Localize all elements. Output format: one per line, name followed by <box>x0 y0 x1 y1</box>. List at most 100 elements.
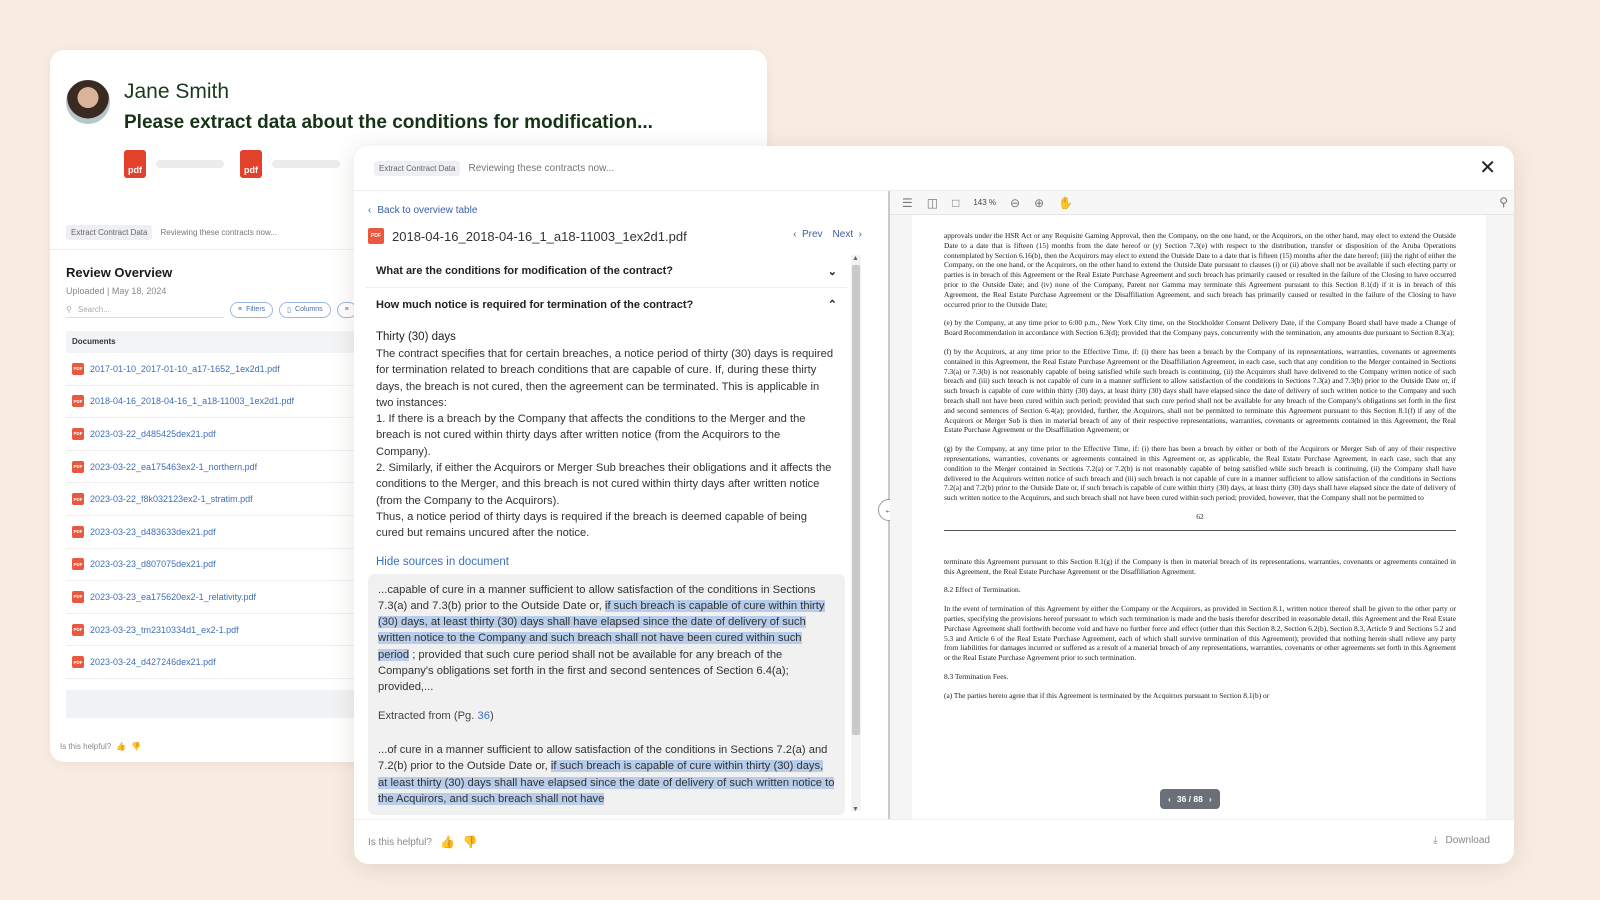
avatar <box>66 80 110 124</box>
pdf-paragraph: (g) by the Company, at any time prior to… <box>944 444 1456 503</box>
page-link[interactable]: 36 <box>477 710 489 722</box>
document-row[interactable]: PDF 2023-03-23_tm2310334d1_ex2-1.pdf <box>66 614 366 647</box>
zoom-select[interactable]: 143 % <box>973 198 996 207</box>
page-indicator[interactable]: ‹ 36 / 88 › <box>1160 789 1220 809</box>
attachment-placeholder <box>156 160 224 168</box>
scrollbar[interactable]: ▲ ▼ <box>851 255 861 813</box>
modal-footer: Is this helpful? 👍 👎 ⤓ Download <box>354 819 1514 864</box>
document-link[interactable]: 2023-03-24_d427246dex21.pdf <box>90 657 216 667</box>
document-row[interactable]: PDF 2023-03-22_d485425dex21.pdf <box>66 418 366 451</box>
filters-label: Filters <box>246 306 266 313</box>
scroll-down-icon[interactable]: ▼ <box>852 806 859 813</box>
document-link[interactable]: 2023-03-23_d483633dex21.pdf <box>90 527 216 537</box>
answer-body: The contract specifies that for certain … <box>376 348 834 540</box>
search-input[interactable]: ⚲ Search... <box>66 301 224 318</box>
sources-box: ...capable of cure in a manner sufficien… <box>368 573 845 816</box>
helpful-feedback: Is this helpful? 👍 👎 <box>60 742 141 751</box>
question-text: What are the conditions for modification… <box>376 265 674 277</box>
filters-button[interactable]: ≡ Filters <box>230 301 274 318</box>
document-link[interactable]: 2023-03-22_ea175463ex2-1_northern.pdf <box>90 462 257 472</box>
qa-scroll-area[interactable]: What are the conditions for modification… <box>366 255 847 819</box>
close-icon[interactable]: ✕ <box>1479 155 1496 180</box>
zoom-out-icon[interactable]: ⊖ <box>1010 196 1020 210</box>
table-footer <box>66 690 366 718</box>
document-link[interactable]: 2023-03-22_f8k032123ex2-1_stratim.pdf <box>90 494 253 504</box>
chevron-right-icon[interactable]: › <box>1209 794 1212 804</box>
pdf-icon: PDF <box>72 395 84 408</box>
download-button[interactable]: ⤓ Download <box>1433 835 1490 846</box>
document-row[interactable]: PDF 2023-03-23_d483633dex21.pdf <box>66 516 366 549</box>
pdf-toolbar: ☰ ◫ □ 143 % ⊖ ⊕ ✋ ⚲ <box>890 191 1514 215</box>
document-row[interactable]: PDF 2023-03-24_d427246dex21.pdf <box>66 646 366 679</box>
prev-label: Prev <box>801 229 823 240</box>
thumbs-up-icon[interactable]: 👍 <box>440 835 455 849</box>
document-row[interactable]: PDF 2017-01-10_2017-01-10_a17-1652_1ex2d1… <box>66 353 366 386</box>
helpful-label: Is this helpful? <box>368 836 432 848</box>
page-view-icon[interactable]: □ <box>952 196 959 210</box>
document-row[interactable]: PDF 2023-03-22_f8k032123ex2-1_stratim.pdf <box>66 483 366 516</box>
extracted-from: Extracted from (Pg. 36) <box>378 708 835 724</box>
pdf-icon: PDF <box>72 656 84 669</box>
helpful-label: Is this helpful? <box>60 742 112 751</box>
document-link[interactable]: 2017-01-10_2017-01-10_a17-1652_1ex2d1.pd… <box>90 364 280 374</box>
review-title: Review Overview <box>66 265 173 280</box>
document-row[interactable]: PDF 2018-04-16_2018-04-16_1_a18-11003_1ex… <box>66 386 366 419</box>
thumbs-down-icon[interactable]: 👎 <box>131 742 141 751</box>
thumbs-up-icon[interactable]: 👍 <box>116 742 126 751</box>
thumbs-down-icon[interactable]: 👎 <box>463 835 478 849</box>
documents-table: Documents PDF 2017-01-10_2017-01-10_a17-1… <box>66 331 366 679</box>
pdf-icon: PDF <box>72 525 84 538</box>
task-status: Extract Contract Data Reviewing these co… <box>66 225 277 240</box>
pdf-icon: PDF <box>72 427 84 440</box>
pdf-paragraph: 8.3 Termination Fees. <box>944 671 1009 681</box>
document-link[interactable]: 2023-03-23_ea175620ex2-1_relativity.pdf <box>90 592 256 602</box>
zoom-in-icon[interactable]: ⊕ <box>1034 196 1044 210</box>
page-indicator-text: 36 / 88 <box>1176 794 1203 804</box>
document-row[interactable]: PDF 2023-03-23_d807075dex21.pdf <box>66 549 366 582</box>
hide-sources-link[interactable]: Hide sources in document <box>376 556 837 568</box>
task-tag: Extract Contract Data <box>374 160 461 176</box>
document-link[interactable]: 2018-04-16_2018-04-16_1_a18-11003_1ex2d1… <box>90 396 294 406</box>
document-link[interactable]: 2023-03-22_d485425dex21.pdf <box>90 429 216 439</box>
file-name: 2018-04-16_2018-04-16_1_a18-11003_1ex2d1… <box>392 228 687 244</box>
menu-icon[interactable]: ☰ <box>902 196 913 210</box>
columns-label: Columns <box>295 306 323 313</box>
document-row[interactable]: PDF 2023-03-22_ea175463ex2-1_northern.pdf <box>66 451 366 484</box>
pdf-paragraph: approvals under the HSR Act or any Requi… <box>944 231 1456 309</box>
document-link[interactable]: 2023-03-23_tm2310334d1_ex2-1.pdf <box>90 625 239 635</box>
attachment[interactable]: pdf <box>240 150 340 178</box>
download-icon: ⤓ <box>1433 835 1438 846</box>
review-subtitle: Uploaded | May 18, 2024 <box>66 286 167 296</box>
source-text: ; provided that such cure period shall n… <box>378 648 789 694</box>
user-prompt: Please extract data about the conditions… <box>124 112 653 133</box>
question-expanded[interactable]: How much notice is required for terminat… <box>366 288 847 321</box>
source-excerpt: ...of cure in a manner sufficient to all… <box>378 742 835 807</box>
pdf-icon: PDF <box>368 228 384 244</box>
sidebar-toggle-icon[interactable]: ◫ <box>927 196 938 210</box>
document-row[interactable]: PDF 2023-03-23_ea175620ex2-1_relativity.p… <box>66 581 366 614</box>
scrollbar-thumb[interactable] <box>852 265 860 735</box>
scroll-up-icon[interactable]: ▲ <box>852 255 859 262</box>
search-placeholder: Search... <box>77 304 110 314</box>
pdf-icon: pdf <box>240 150 262 178</box>
file-header: PDF 2018-04-16_2018-04-16_1_a18-11003_1e… <box>368 226 862 246</box>
helpful-feedback: Is this helpful? 👍 👎 <box>368 835 478 849</box>
attachment[interactable]: pdf <box>124 150 224 178</box>
pdf-paragraph: 8.2 Effect of Termination. <box>944 585 1021 595</box>
columns-button[interactable]: ▯ Columns <box>279 301 331 318</box>
pdf-icon: PDF <box>72 460 84 473</box>
attachments: pdf pdf <box>124 150 340 178</box>
question-collapsed[interactable]: What are the conditions for modification… <box>366 255 847 288</box>
pan-hand-icon[interactable]: ✋ <box>1058 196 1073 210</box>
back-to-overview-link[interactable]: ‹ Back to overview table <box>368 205 477 216</box>
next-button[interactable]: Next › <box>833 229 862 240</box>
document-link[interactable]: 2023-03-23_d807075dex21.pdf <box>90 559 216 569</box>
pdf-icon: PDF <box>72 558 84 571</box>
prev-button[interactable]: ‹ Prev <box>793 229 822 240</box>
chevron-left-icon[interactable]: ‹ <box>1168 794 1171 804</box>
columns-icon: ▯ <box>287 306 292 314</box>
back-link-label: Back to overview table <box>377 205 478 216</box>
table-toolbar: ⚲ Search... ≡ Filters ▯ Columns ≡ <box>66 301 357 318</box>
pdf-icon: PDF <box>72 623 84 636</box>
search-icon[interactable]: ⚲ <box>1499 195 1508 209</box>
